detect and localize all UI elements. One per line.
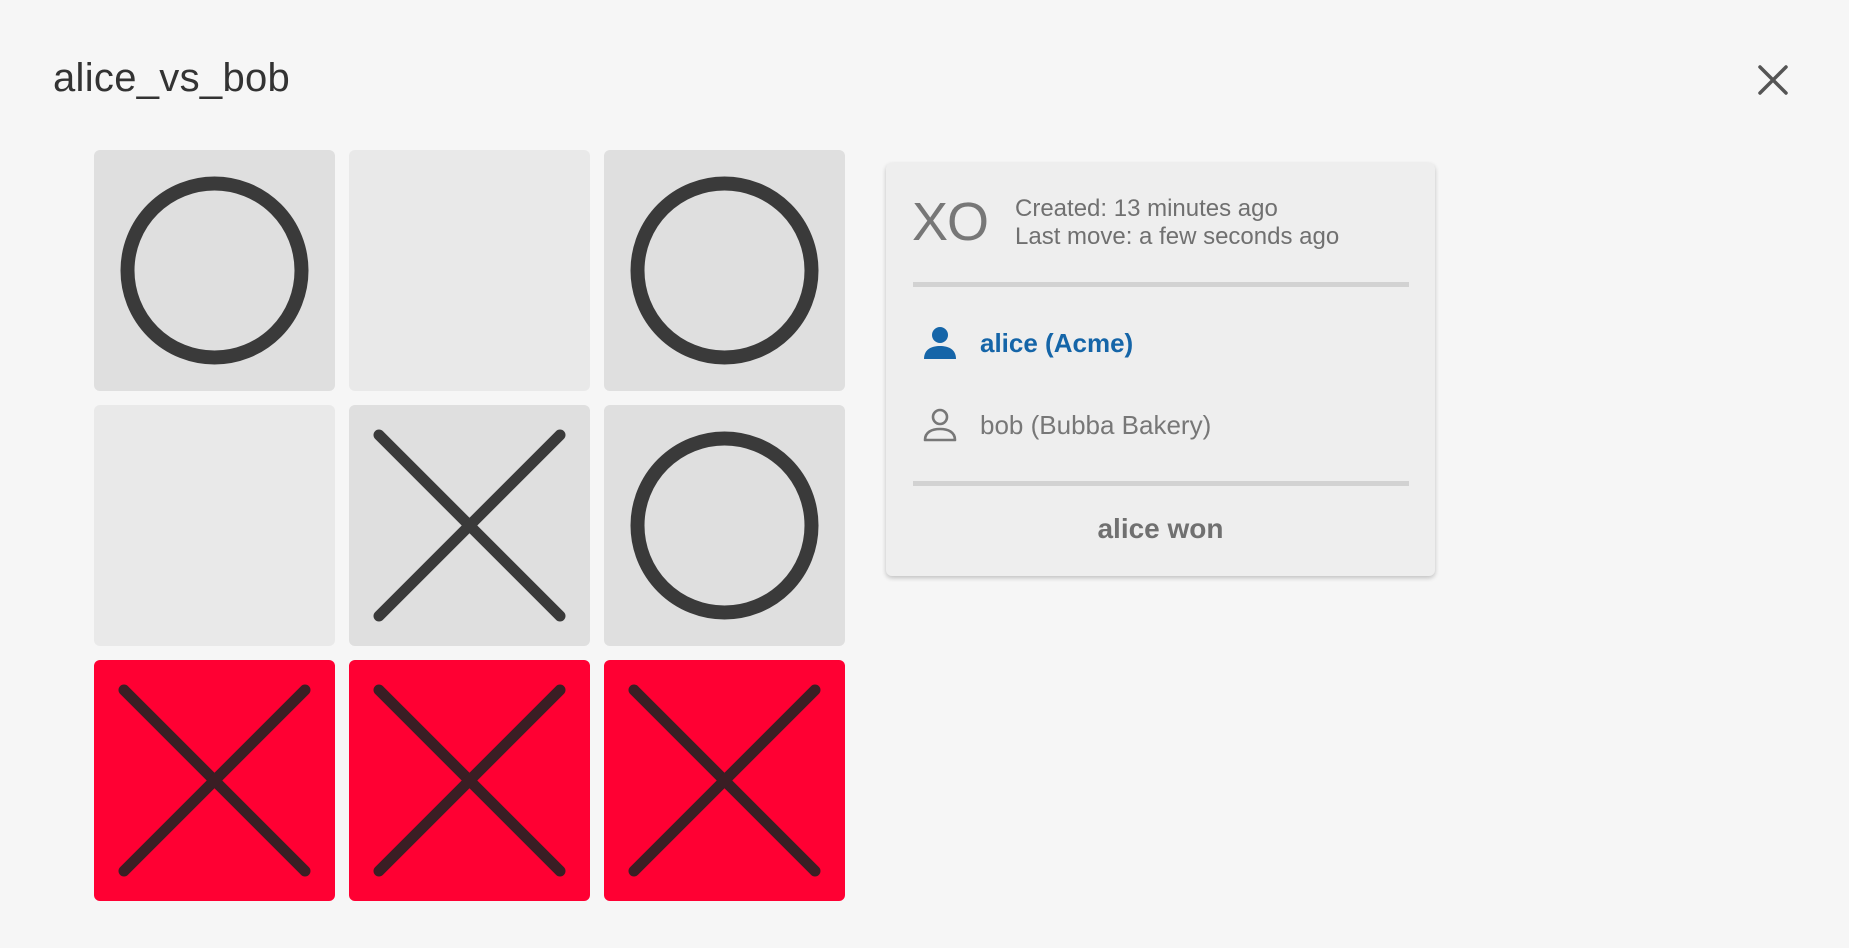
person-outline-icon <box>923 408 957 442</box>
player-alice: alice (Acme) <box>920 323 1133 363</box>
o-mark-icon <box>630 431 819 620</box>
o-mark-icon <box>630 176 819 365</box>
xo-logo: XO <box>912 192 989 252</box>
board-cell-5[interactable] <box>604 405 845 646</box>
dialog-title: alice_vs_bob <box>53 56 291 100</box>
game-meta: Created: 13 minutes ago Last move: a few… <box>1015 195 1339 251</box>
board-cell-2[interactable] <box>604 150 845 391</box>
player-label: alice (Acme) <box>980 327 1134 358</box>
person-filled-icon <box>924 327 956 359</box>
board-cell-0[interactable] <box>94 150 335 391</box>
board-cell-7[interactable] <box>349 660 590 901</box>
game-dialog: alice_vs_bob XO Created: 13 minutes ago … <box>0 0 1849 948</box>
x-mark-icon <box>628 684 821 877</box>
o-mark-icon <box>120 176 309 365</box>
player-label: bob (Bubba Bakery) <box>980 409 1212 440</box>
board-cell-6[interactable] <box>94 660 335 901</box>
game-board <box>94 150 845 901</box>
last-move-time: Last move: a few seconds ago <box>1015 223 1340 250</box>
close-button[interactable] <box>1755 62 1791 98</box>
divider <box>913 282 1409 287</box>
player-bob: bob (Bubba Bakery) <box>920 405 1211 445</box>
board-cell-8[interactable] <box>604 660 845 901</box>
x-mark-icon <box>373 429 566 622</box>
board-cell-4[interactable] <box>349 405 590 646</box>
x-mark-icon <box>373 684 566 877</box>
game-result: alice won <box>1097 513 1224 544</box>
divider <box>913 481 1409 486</box>
board-cell-3[interactable] <box>94 405 335 646</box>
close-icon <box>1758 65 1788 95</box>
board-cell-1[interactable] <box>349 150 590 391</box>
created-time: Created: 13 minutes ago <box>1015 195 1278 222</box>
game-info-card: XO Created: 13 minutes ago Last move: a … <box>886 163 1435 576</box>
x-mark-icon <box>118 684 311 877</box>
